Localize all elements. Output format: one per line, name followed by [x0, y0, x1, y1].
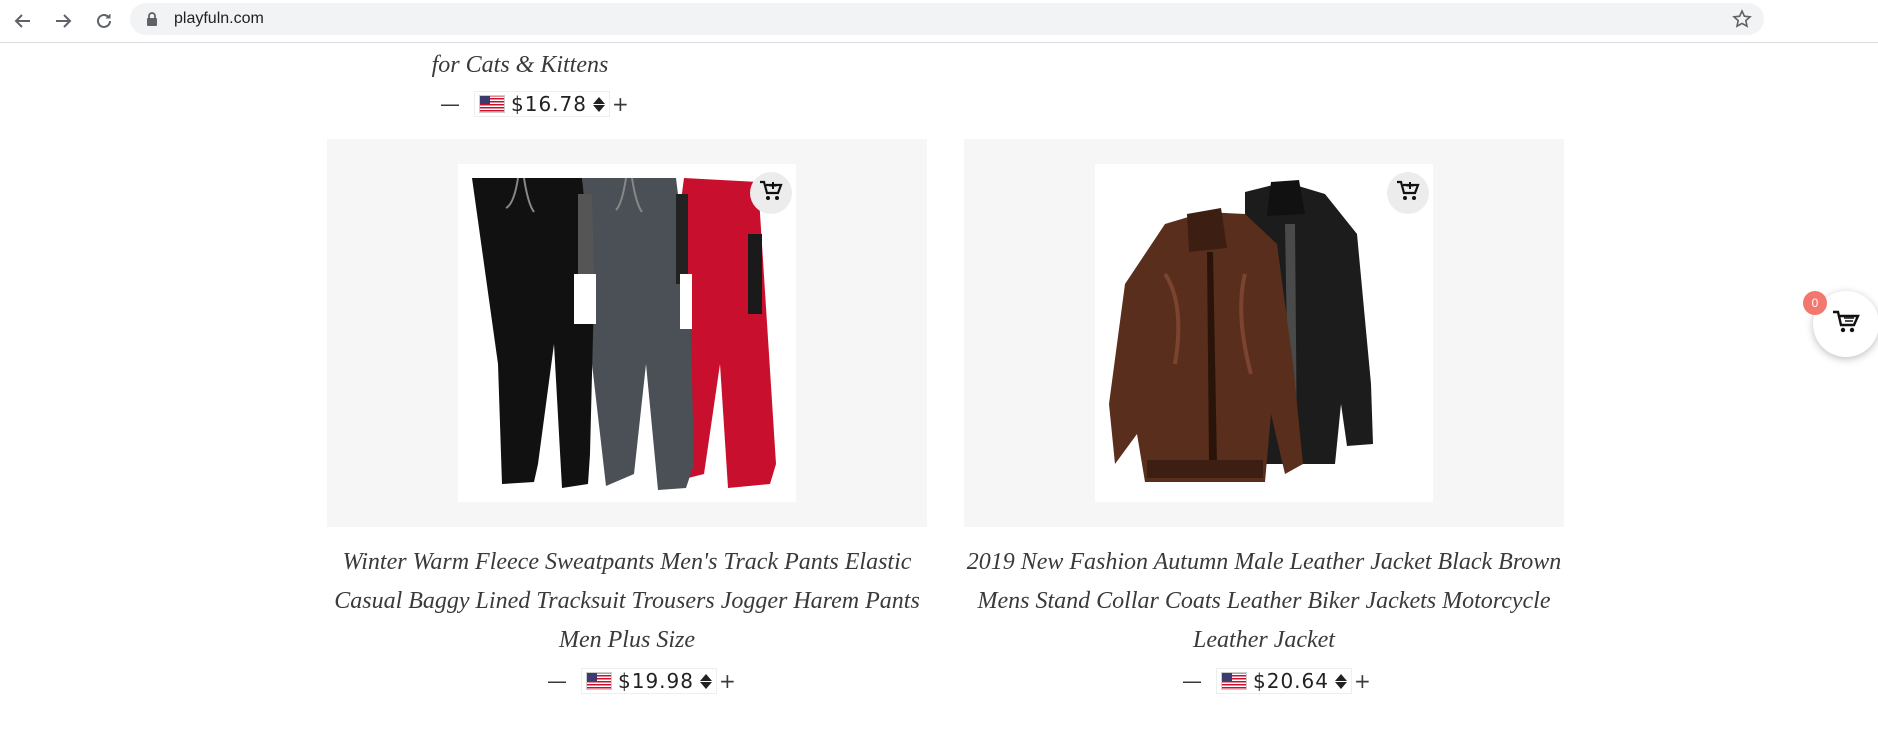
- product-card[interactable]: [327, 139, 927, 527]
- price-row: — $ 16.78 +: [440, 90, 629, 118]
- quantity-increase-button[interactable]: +: [1354, 669, 1371, 693]
- us-flag-icon: [479, 95, 505, 113]
- bookmark-star-icon[interactable]: [1732, 9, 1752, 34]
- price-row: — $ 19.98 +: [547, 667, 736, 695]
- currency-selector-icon[interactable]: [593, 96, 605, 112]
- price-row: — $ 20.64 +: [1182, 667, 1371, 695]
- add-cart-icon: [1396, 180, 1420, 207]
- browser-toolbar: playfuln.com: [0, 0, 1878, 43]
- product-card[interactable]: [964, 139, 1564, 527]
- product-title[interactable]: Winter Warm Fleece Sweatpants Men's Trac…: [327, 543, 927, 660]
- product-title[interactable]: for Cats & Kittens: [327, 52, 713, 79]
- us-flag-icon: [1221, 672, 1247, 690]
- add-to-cart-button[interactable]: [1387, 172, 1429, 214]
- price-display[interactable]: $ 16.78: [474, 91, 610, 117]
- currency-selector-icon[interactable]: [1335, 673, 1347, 689]
- address-bar[interactable]: playfuln.com: [130, 3, 1764, 35]
- price-value: 16.78: [524, 92, 587, 116]
- leather-jacket-image[interactable]: [1095, 164, 1433, 502]
- price-display[interactable]: $ 19.98: [581, 668, 717, 694]
- shopping-cart-icon: [1832, 310, 1860, 339]
- currency-symbol: $: [1253, 669, 1267, 693]
- add-to-cart-button[interactable]: [750, 172, 792, 214]
- quantity-decrease-button[interactable]: —: [547, 669, 567, 693]
- currency-symbol: $: [618, 669, 632, 693]
- reload-icon[interactable]: [89, 6, 119, 36]
- forward-arrow-icon[interactable]: [48, 6, 78, 36]
- us-flag-icon: [586, 672, 612, 690]
- lock-icon: [146, 12, 158, 31]
- url-text: playfuln.com: [174, 10, 264, 27]
- price-value: 20.64: [1266, 669, 1329, 693]
- cart-count-badge: 0: [1803, 291, 1827, 315]
- price-display[interactable]: $ 20.64: [1216, 668, 1352, 694]
- back-arrow-icon[interactable]: [8, 6, 38, 36]
- quantity-increase-button[interactable]: +: [719, 669, 736, 693]
- add-cart-icon: [759, 180, 783, 207]
- quantity-decrease-button[interactable]: —: [440, 92, 460, 116]
- quantity-decrease-button[interactable]: —: [1182, 669, 1202, 693]
- currency-selector-icon[interactable]: [700, 673, 712, 689]
- quantity-increase-button[interactable]: +: [612, 92, 629, 116]
- price-value: 19.98: [631, 669, 694, 693]
- currency-symbol: $: [511, 92, 525, 116]
- product-title[interactable]: 2019 New Fashion Autumn Male Leather Jac…: [964, 543, 1564, 660]
- sweatpants-image[interactable]: [458, 164, 796, 502]
